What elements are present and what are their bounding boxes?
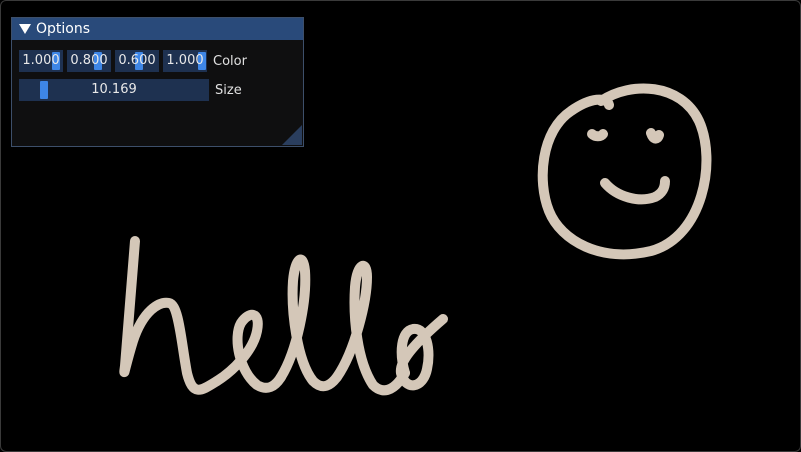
color-g-slider[interactable]: 0.800 — [67, 50, 111, 72]
stroke-l1 — [276, 254, 342, 392]
color-b-value: 0.600 — [118, 53, 156, 68]
color-g-value: 0.800 — [70, 53, 108, 68]
size-grab[interactable] — [40, 81, 48, 99]
size-label: Size — [215, 82, 242, 98]
stroke-o — [395, 314, 448, 391]
options-panel-title: Options — [36, 21, 91, 37]
color-b-slider[interactable]: 0.600 — [115, 50, 159, 72]
app-window: Options 1.000 0.800 0.600 1.000 Color 10… — [0, 0, 801, 452]
size-slider[interactable]: 10.169 — [19, 79, 209, 101]
stroke-right-eye — [646, 128, 664, 144]
color-row: 1.000 0.800 0.600 1.000 Color — [19, 50, 247, 72]
options-panel-title-bar[interactable]: Options — [12, 18, 303, 40]
stroke-smiley-head — [537, 83, 712, 260]
stroke-l2 — [332, 260, 410, 396]
size-value: 10.169 — [91, 82, 137, 97]
collapse-triangle-icon[interactable] — [19, 24, 31, 34]
stroke-e — [212, 309, 286, 393]
options-panel: Options 1.000 0.800 0.600 1.000 Color 10… — [11, 17, 304, 147]
stroke-left-eye — [587, 129, 608, 142]
color-a-value: 1.000 — [166, 53, 204, 68]
color-r-slider[interactable]: 1.000 — [19, 50, 63, 72]
stroke-h — [119, 236, 222, 395]
size-row: 10.169 Size — [19, 79, 242, 101]
color-r-value: 1.000 — [22, 53, 60, 68]
stroke-mouth — [600, 176, 670, 205]
color-label: Color — [213, 53, 247, 69]
color-a-slider[interactable]: 1.000 — [163, 50, 207, 72]
panel-resize-grip[interactable] — [282, 125, 302, 145]
